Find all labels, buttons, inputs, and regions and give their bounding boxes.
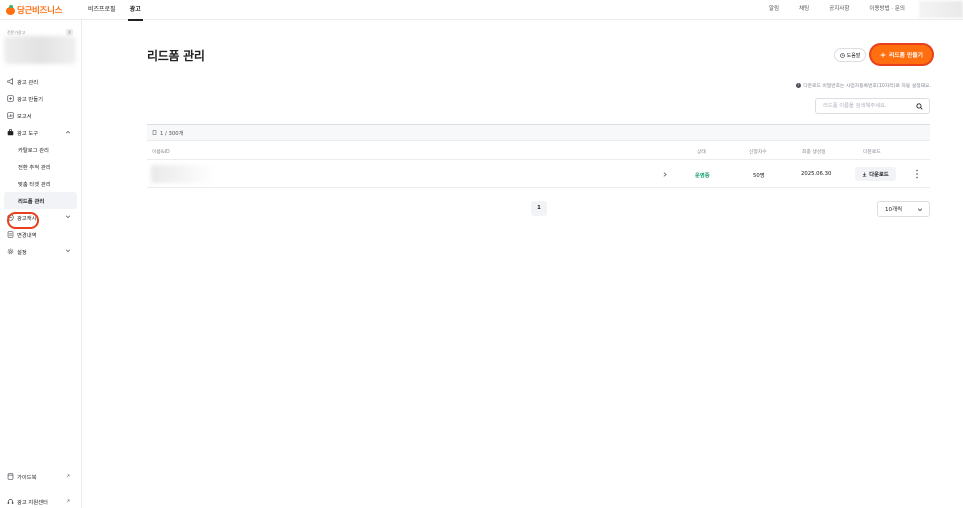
sidebar-subitem-catalog[interactable]: 카탈로그 관리 — [0, 141, 81, 158]
sidebar-subitem-leadform[interactable]: 리드폼 관리 — [4, 192, 77, 209]
chevron-up-icon — [65, 130, 71, 134]
gear-icon — [7, 248, 14, 255]
create-leadform-label: 리드폼 만들기 — [888, 53, 924, 59]
download-icon — [863, 172, 867, 177]
top-bar: 당근비즈니스 비즈프로필 광고 알림 채팅 공지사항 이용방법 · 문의 — [0, 0, 963, 21]
column-name-id: 이름&ID — [152, 150, 170, 155]
report-icon — [7, 112, 14, 119]
notices-link[interactable]: 공지사항 — [829, 0, 849, 20]
sidebar-menu: 광고 관리 광고 만들기 보고서 광고 도구 카탈로그 관리 전환 추적 관리 … — [0, 73, 81, 260]
sidebar-subitem-label: 카탈로그 관리 — [18, 147, 49, 154]
chevron-down-icon — [917, 208, 923, 212]
column-applicants: 신청자수 — [749, 150, 767, 155]
search-input[interactable] — [816, 99, 912, 113]
sidebar-item-label: 보고서 — [17, 113, 32, 120]
download-button[interactable]: 다운로드 — [855, 167, 896, 181]
search-icon[interactable] — [916, 103, 923, 110]
download-password-notice: ! 다운로드 비밀번호는 사업자등록번호(10자리)로 자동 설정돼요. — [796, 82, 931, 89]
selection-highlight-ring — [7, 212, 39, 229]
account-close-button[interactable]: X — [66, 29, 73, 36]
pagination-page[interactable]: 1 — [531, 201, 547, 216]
status-badge: 운영중 — [695, 173, 710, 179]
notice-text: 다운로드 비밀번호는 사업자등록번호(10자리)로 자동 설정돼요. — [803, 84, 931, 89]
leadform-count: 1 / 300개 — [160, 130, 184, 137]
last-created-date: 2025.06.30 — [801, 171, 832, 177]
sidebar-subitem-label: 전환 추적 관리 — [18, 164, 51, 171]
megaphone-icon — [7, 78, 14, 85]
column-last-created: 최종 생성일 — [802, 150, 826, 155]
table-row[interactable]: 운영중 50명 2025.06.30 다운로드 — [147, 161, 930, 188]
download-label: 다운로드 — [869, 172, 889, 178]
external-link-icon — [66, 499, 70, 503]
more-options-icon[interactable] — [915, 169, 919, 179]
column-download: 다운로드 — [863, 150, 881, 155]
sidebar-item-create-ad[interactable]: 광고 만들기 — [0, 90, 81, 107]
applicant-count: 50명 — [753, 173, 765, 179]
sidebar-item-label: 가이드북 — [17, 474, 37, 481]
sidebar-item-reports[interactable]: 보고서 — [0, 107, 81, 124]
page-title: 리드폼 관리 — [147, 49, 205, 63]
sidebar-subitem-label: 리드폼 관리 — [18, 198, 45, 205]
chevron-down-icon — [65, 215, 71, 219]
sidebar-subitem-custom-target[interactable]: 맞춤 타겟 관리 — [0, 175, 81, 192]
create-leadform-button[interactable]: 리드폼 만들기 — [871, 45, 932, 64]
plus-icon — [880, 52, 886, 57]
notifications-link[interactable]: 알림 — [769, 0, 779, 20]
account-switcher-blurred[interactable] — [4, 36, 76, 64]
plus-square-icon — [7, 95, 14, 102]
help-button-label: 도움말 — [846, 52, 861, 59]
top-nav: 비즈프로필 광고 — [88, 0, 143, 21]
sidebar-item-label: 광고 만들기 — [17, 96, 44, 103]
sidebar-item-label: 광고 도구 — [17, 130, 39, 137]
top-right-links: 알림 채팅 공지사항 이용방법 · 문의 — [769, 0, 905, 20]
sidebar-subitem-label: 맞춤 타겟 관리 — [18, 181, 51, 188]
sidebar: 전문가광고 X 광고 관리 광고 만들기 보고서 광고 도구 카탈로그 관리 전… — [0, 20, 82, 508]
sidebar-item-label: 변경내역 — [17, 232, 37, 239]
history-icon — [7, 231, 14, 238]
headset-icon — [7, 498, 14, 505]
help-button[interactable]: 도움말 — [834, 48, 866, 62]
main-content: 리드폼 관리 도움말 리드폼 만들기 ! 다운로드 비밀번호는 사업자등록번호(… — [82, 20, 963, 508]
book-icon — [7, 473, 14, 480]
chevron-down-icon — [65, 249, 71, 253]
external-link-icon — [66, 474, 70, 478]
topnav-ads[interactable]: 광고 — [127, 0, 143, 21]
table-header: 이름&ID 상태 신청자수 최종 생성일 다운로드 — [147, 143, 930, 160]
sidebar-item-ad-tools[interactable]: 광고 도구 — [0, 124, 81, 141]
leadform-search — [815, 98, 930, 114]
brand-logo[interactable]: 당근비즈니스 — [6, 4, 62, 16]
help-inquiry-link[interactable]: 이용방법 · 문의 — [869, 0, 905, 20]
clock-icon — [839, 52, 845, 58]
sidebar-item-support-center[interactable]: 광고 지원센터 — [0, 489, 81, 508]
briefcase-icon — [7, 129, 14, 136]
column-status: 상태 — [697, 150, 706, 155]
sidebar-item-guidebook[interactable]: 가이드북 — [0, 464, 81, 489]
sidebar-item-label: 광고 관리 — [17, 79, 39, 86]
sidebar-item-settings[interactable]: 설정 — [0, 243, 81, 260]
sidebar-bottom: 가이드북 광고 지원센터 — [0, 464, 81, 508]
info-icon: ! — [796, 83, 802, 88]
page-size-value: 10개씩 — [885, 207, 903, 213]
chat-link[interactable]: 채팅 — [799, 0, 809, 20]
topnav-biz-profile[interactable]: 비즈프로필 — [88, 0, 116, 20]
sidebar-item-label: 광고 지원센터 — [17, 499, 48, 506]
brand-name: 당근비즈니스 — [17, 6, 63, 16]
sidebar-item-label: 설정 — [17, 249, 27, 256]
sidebar-subitem-conversion-tracking[interactable]: 전환 추적 관리 — [0, 158, 81, 175]
page-size-select[interactable]: 10개씩 — [877, 201, 930, 217]
sidebar-item-ad-management[interactable]: 광고 관리 — [0, 73, 81, 90]
user-account-blurred[interactable] — [919, 1, 963, 18]
table-count-bar: 1 / 300개 — [147, 124, 930, 141]
leadform-name-blurred — [151, 165, 215, 183]
chevron-right-icon[interactable] — [662, 171, 668, 178]
document-icon — [152, 130, 157, 135]
carrot-logo-icon — [6, 5, 15, 15]
